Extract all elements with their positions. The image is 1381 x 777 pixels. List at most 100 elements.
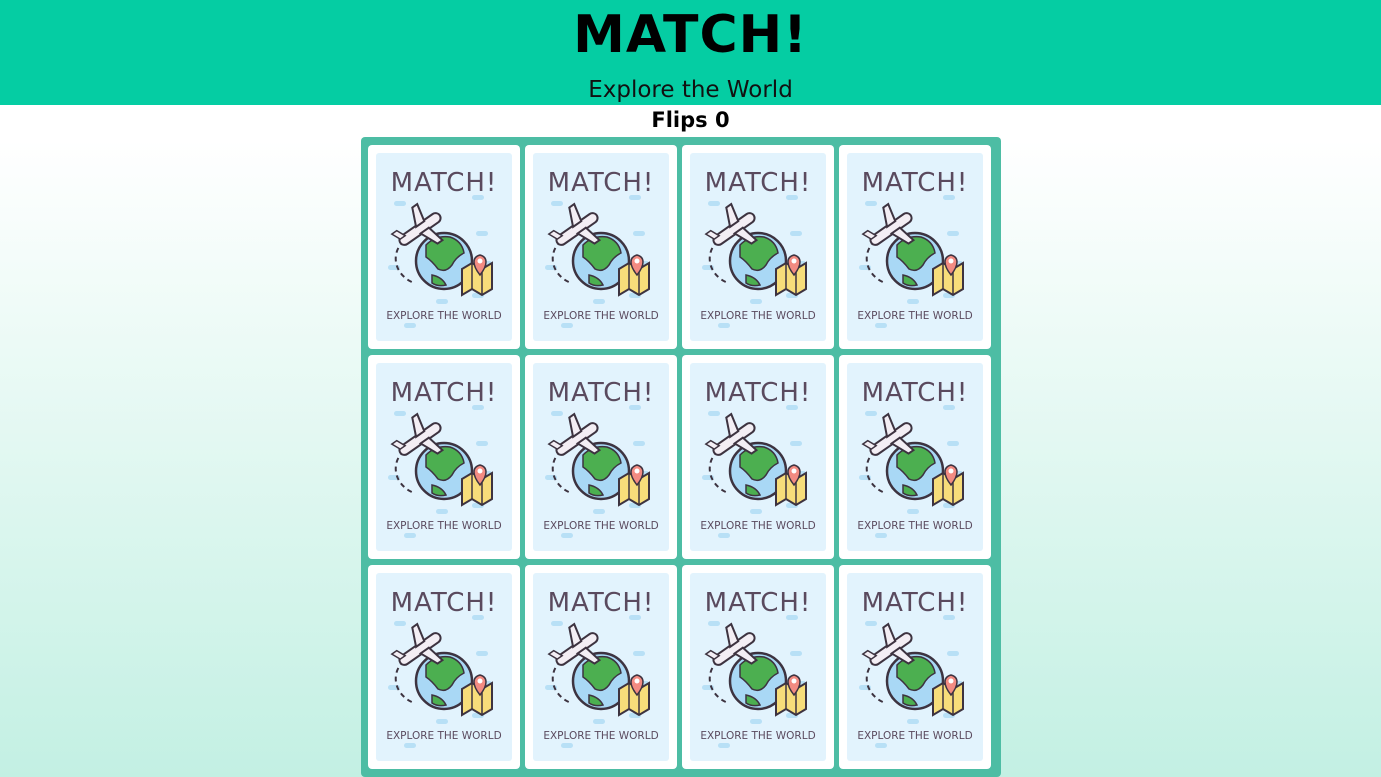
cloud-icon (476, 441, 488, 446)
cloud-icon (790, 651, 802, 656)
card-back-art: MATCH! EXPLORE THE WORLD (386, 378, 502, 538)
cloud-icon (947, 231, 959, 236)
cloud-icon (865, 201, 877, 206)
cloud-icon (708, 621, 720, 626)
cloud-icon (436, 509, 448, 514)
flight-path (708, 660, 729, 704)
card-back-art: MATCH! EXPLORE THE WORLD (543, 168, 659, 328)
memory-card[interactable]: MATCH! EXPLORE THE WORLD (682, 145, 834, 349)
cloud-icon (593, 509, 605, 514)
cloud-icon (718, 323, 730, 328)
card-title: MATCH! (862, 588, 969, 618)
card-caption: EXPLORE THE WORLD (543, 520, 658, 532)
card-back: MATCH! EXPLORE THE WORLD (376, 153, 512, 341)
card-back: MATCH! EXPLORE THE WORLD (690, 363, 826, 551)
card-back-art: MATCH! EXPLORE THE WORLD (700, 168, 816, 328)
flip-counter: Flips 0 (0, 106, 1381, 134)
flight-path (708, 450, 729, 494)
cloud-icon (947, 651, 959, 656)
card-back: MATCH! EXPLORE THE WORLD (690, 573, 826, 761)
card-back-art: MATCH! EXPLORE THE WORLD (857, 378, 973, 538)
cloud-icon (476, 231, 488, 236)
card-back: MATCH! EXPLORE THE WORLD (533, 363, 669, 551)
card-back-art: MATCH! EXPLORE THE WORLD (700, 378, 816, 538)
card-title: MATCH! (391, 588, 498, 618)
card-back: MATCH! EXPLORE THE WORLD (847, 573, 983, 761)
flight-path (551, 450, 572, 494)
card-caption: EXPLORE THE WORLD (386, 520, 501, 532)
cloud-icon (476, 651, 488, 656)
memory-card[interactable]: MATCH! EXPLORE THE WORLD (525, 145, 677, 349)
card-title: MATCH! (862, 168, 969, 198)
flight-path (394, 450, 415, 494)
cloud-icon (394, 621, 406, 626)
card-back-art: MATCH! EXPLORE THE WORLD (543, 378, 659, 538)
cloud-icon (790, 231, 802, 236)
page-subtitle: Explore the World (588, 77, 793, 103)
card-title: MATCH! (862, 378, 969, 408)
flips-label: Flips (651, 108, 708, 132)
cloud-icon (436, 719, 448, 724)
card-back-art: MATCH! EXPLORE THE WORLD (543, 588, 659, 748)
cloud-icon (875, 323, 887, 328)
cloud-icon (750, 299, 762, 304)
card-caption: EXPLORE THE WORLD (700, 520, 815, 532)
card-caption: EXPLORE THE WORLD (386, 730, 501, 742)
card-caption: EXPLORE THE WORLD (700, 730, 815, 742)
cloud-icon (551, 411, 563, 416)
cloud-icon (708, 201, 720, 206)
cloud-icon (718, 743, 730, 748)
page-title: MATCH! (573, 5, 808, 65)
card-caption: EXPLORE THE WORLD (857, 310, 972, 322)
cloud-icon (947, 441, 959, 446)
cloud-icon (436, 299, 448, 304)
cloud-icon (750, 719, 762, 724)
memory-card[interactable]: MATCH! EXPLORE THE WORLD (839, 355, 991, 559)
memory-card[interactable]: MATCH! EXPLORE THE WORLD (525, 355, 677, 559)
cloud-icon (561, 533, 573, 538)
cloud-icon (907, 719, 919, 724)
cloud-icon (865, 621, 877, 626)
cloud-icon (708, 411, 720, 416)
cloud-icon (394, 411, 406, 416)
cloud-icon (561, 743, 573, 748)
card-caption: EXPLORE THE WORLD (700, 310, 815, 322)
card-back-art: MATCH! EXPLORE THE WORLD (700, 588, 816, 748)
card-title: MATCH! (548, 168, 655, 198)
memory-card[interactable]: MATCH! EXPLORE THE WORLD (839, 145, 991, 349)
card-caption: EXPLORE THE WORLD (543, 310, 658, 322)
memory-card[interactable]: MATCH! EXPLORE THE WORLD (368, 145, 520, 349)
cloud-icon (907, 299, 919, 304)
cloud-icon (633, 231, 645, 236)
memory-card[interactable]: MATCH! EXPLORE THE WORLD (368, 565, 520, 769)
card-back-art: MATCH! EXPLORE THE WORLD (386, 168, 502, 328)
memory-card[interactable]: MATCH! EXPLORE THE WORLD (368, 355, 520, 559)
cloud-icon (561, 323, 573, 328)
cloud-icon (633, 651, 645, 656)
flips-value: 0 (714, 108, 730, 132)
cloud-icon (875, 533, 887, 538)
card-title: MATCH! (705, 588, 812, 618)
card-title: MATCH! (391, 168, 498, 198)
card-title: MATCH! (391, 378, 498, 408)
header: MATCH! Explore the World (0, 0, 1381, 105)
card-caption: EXPLORE THE WORLD (543, 730, 658, 742)
cloud-icon (750, 509, 762, 514)
card-caption: EXPLORE THE WORLD (386, 310, 501, 322)
card-title: MATCH! (705, 168, 812, 198)
card-title: MATCH! (705, 378, 812, 408)
card-title: MATCH! (548, 378, 655, 408)
cloud-icon (551, 201, 563, 206)
memory-card[interactable]: MATCH! EXPLORE THE WORLD (682, 355, 834, 559)
cloud-icon (404, 533, 416, 538)
cloud-icon (790, 441, 802, 446)
card-back: MATCH! EXPLORE THE WORLD (376, 573, 512, 761)
cloud-icon (551, 621, 563, 626)
card-back-art: MATCH! EXPLORE THE WORLD (857, 588, 973, 748)
memory-card[interactable]: MATCH! EXPLORE THE WORLD (839, 565, 991, 769)
card-back: MATCH! EXPLORE THE WORLD (376, 363, 512, 551)
memory-card[interactable]: MATCH! EXPLORE THE WORLD (682, 565, 834, 769)
card-back-art: MATCH! EXPLORE THE WORLD (386, 588, 502, 748)
memory-card[interactable]: MATCH! EXPLORE THE WORLD (525, 565, 677, 769)
flight-path (394, 660, 415, 704)
